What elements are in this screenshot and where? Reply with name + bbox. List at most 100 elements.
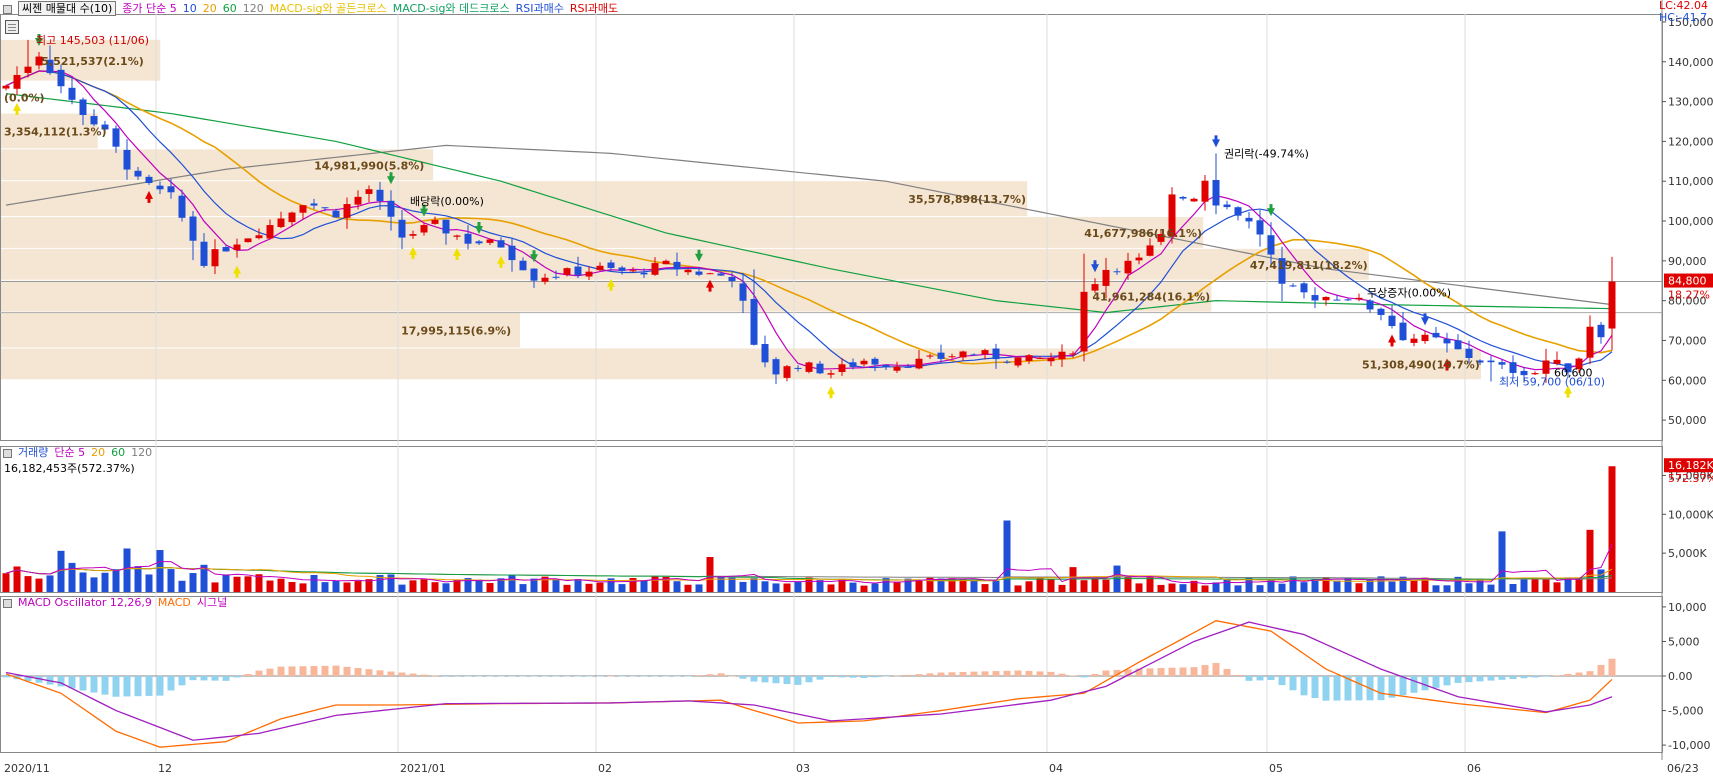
- x-axis-label: 2021/01: [400, 762, 446, 775]
- current-change-value: 18.27%: [1668, 289, 1710, 302]
- volume-legend-item[interactable]: 60: [111, 446, 125, 459]
- volume-bar: [1047, 579, 1055, 592]
- macd-oscillator-bar: [1454, 676, 1462, 683]
- volume-bar: [387, 574, 395, 592]
- candle: [211, 249, 219, 267]
- candle: [519, 260, 527, 271]
- volume-bar: [431, 582, 439, 592]
- volume-bar: [1069, 567, 1077, 592]
- volume-bar: [1080, 580, 1088, 592]
- macd-oscillator-bar: [662, 676, 670, 677]
- candle: [299, 205, 307, 213]
- candle: [563, 268, 571, 275]
- macd-oscillator-bar: [849, 676, 857, 678]
- macd-oscillator-bar: [299, 666, 307, 676]
- candle: [1091, 284, 1099, 291]
- price-legend-item[interactable]: MACD-sig와 데드크로스: [393, 2, 510, 15]
- macd-oscillator-bar: [189, 676, 197, 681]
- macd-oscillator-bar: [629, 676, 637, 677]
- macd-oscillator-bar: [1586, 671, 1594, 676]
- grid-table-icon[interactable]: [5, 20, 19, 34]
- candle: [1443, 338, 1451, 344]
- volume-bar: [1542, 579, 1550, 592]
- volume-legend-item[interactable]: 20: [91, 446, 105, 459]
- volume-profile-bar: [1, 181, 1028, 217]
- macd-oscillator-bar: [673, 676, 681, 677]
- macd-oscillator-bar: [860, 676, 868, 679]
- price-legend-item[interactable]: 종가 단순 5: [122, 2, 176, 15]
- candle: [728, 276, 736, 282]
- macd-legend-item[interactable]: 시그널: [197, 596, 227, 609]
- candle: [585, 271, 593, 277]
- macd-legend-item[interactable]: MACD Oscillator 12,26,9: [18, 596, 152, 609]
- candle: [508, 245, 516, 261]
- macd-oscillator-bar: [233, 676, 241, 678]
- price-legend-item[interactable]: 60: [223, 2, 237, 15]
- macd-oscillator-bar: [310, 666, 318, 676]
- volume-bar: [266, 580, 274, 592]
- price-legend-item[interactable]: MACD-sig와 골든크로스: [270, 2, 387, 15]
- macd-oscillator-bar: [827, 676, 835, 678]
- candle: [79, 99, 87, 115]
- volume-legend: 거래량 단순 5 20 60 120: [3, 446, 158, 460]
- volume-legend-item[interactable]: 단순 5: [54, 446, 85, 459]
- macd-oscillator-bar: [1322, 676, 1330, 701]
- macd-legend-item[interactable]: MACD: [158, 596, 191, 609]
- volume-legend-item[interactable]: 거래량: [18, 446, 48, 459]
- price-legend-item[interactable]: 20: [203, 2, 217, 15]
- volume-bar: [1344, 577, 1352, 592]
- macd-oscillator-bar: [321, 665, 329, 676]
- volume-bar: [321, 582, 329, 592]
- macd-oscillator-bar: [1487, 676, 1495, 681]
- candle: [1377, 308, 1385, 315]
- macd-oscillator-bar: [244, 674, 252, 676]
- candle: [255, 235, 263, 239]
- legend-chip-icon[interactable]: [3, 4, 12, 14]
- volume-bar: [772, 583, 780, 592]
- volume-bar: [1377, 576, 1385, 592]
- macd-oscillator-bar: [937, 672, 945, 676]
- candle: [871, 358, 879, 365]
- macd-oscillator-bar: [145, 676, 153, 696]
- candle: [1135, 257, 1143, 261]
- macd-oscillator-bar: [893, 675, 901, 677]
- macd-oscillator-bar: [1025, 670, 1033, 676]
- macd-oscillator-bar: [1069, 675, 1077, 677]
- macd-oscillator-bar: [101, 676, 109, 695]
- volume-bar: [156, 550, 164, 592]
- legend-chip-icon[interactable]: [3, 448, 12, 458]
- legend-chip-icon[interactable]: [3, 598, 12, 608]
- price-tick-label: 90,000: [1668, 255, 1707, 268]
- volume-tick-label: 5,000K: [1668, 547, 1707, 560]
- volume-bar: [596, 582, 604, 592]
- price-legend-item[interactable]: 120: [243, 2, 264, 15]
- macd-oscillator-bar: [497, 676, 505, 677]
- macd-oscillator-bar: [1377, 676, 1385, 701]
- macd-oscillator-bar: [761, 676, 769, 683]
- volume-legend-item[interactable]: 120: [131, 446, 152, 459]
- macd-oscillator-bar: [167, 676, 175, 691]
- volume-bar: [1003, 520, 1011, 592]
- candle: [1586, 326, 1594, 358]
- price-legend-item[interactable]: 씨젠 매물대 수(10): [18, 1, 117, 16]
- volume-bar: [684, 584, 692, 592]
- volume-bar: [1278, 583, 1286, 592]
- price-legend-item[interactable]: 10: [183, 2, 197, 15]
- volume-bar: [981, 584, 989, 592]
- volume-bar: [420, 579, 428, 592]
- candle: [1542, 360, 1550, 374]
- candle: [453, 235, 461, 237]
- macd-oscillator-bar: [596, 676, 604, 677]
- candle: [640, 272, 648, 275]
- price-legend-item[interactable]: RSI과매도: [570, 2, 618, 15]
- candle: [1036, 357, 1044, 359]
- chart-canvas[interactable]: 50,00060,00070,00080,00090,000100,000110…: [0, 0, 1713, 779]
- volume-bar: [827, 584, 835, 592]
- candle: [310, 203, 318, 206]
- macd-oscillator-bar: [486, 676, 494, 677]
- candle: [959, 351, 967, 358]
- macd-oscillator-bar: [1102, 670, 1110, 676]
- candle: [1553, 359, 1561, 364]
- candle: [1003, 361, 1011, 363]
- price-legend-item[interactable]: RSI과매수: [516, 2, 564, 15]
